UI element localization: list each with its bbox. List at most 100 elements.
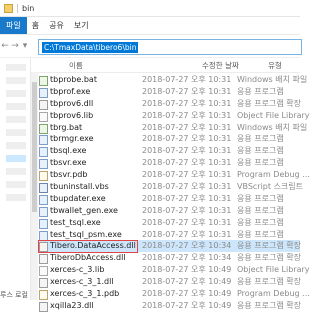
nav-item[interactable]: [6, 181, 26, 188]
file-type: Program Debug ...: [237, 289, 310, 299]
file-name: tbupdater.exe: [50, 193, 106, 203]
recent-locations-chevron-icon[interactable]: ▾: [20, 41, 30, 51]
file-date: 2018-07-27 오후 10:31: [142, 134, 232, 144]
ribbon-tabs: 파일 홈 공유 보기: [0, 17, 300, 35]
file-name: TiberoDbAccess.dll: [50, 253, 126, 263]
file-name: tbsvr.pdb: [50, 170, 88, 180]
back-arrow-icon[interactable]: ←: [0, 41, 10, 51]
file-date: 2018-07-27 오후 10:31: [142, 229, 232, 239]
file-name: tbrg.bat: [50, 122, 83, 132]
window-title: bin: [22, 3, 35, 13]
file-date: 2018-07-27 오후 10:31: [142, 158, 232, 168]
file-row[interactable]: tbsvr.exe 2018-07-27 오후 10:31 응용 프로그램: [38, 157, 300, 170]
file-date: 2018-07-27 오후 10:34: [142, 241, 232, 251]
file-type: Windows 배치 파일: [237, 75, 308, 84]
exe-file-icon: [39, 218, 48, 229]
file-name: tbprof.exe: [50, 86, 91, 96]
file-type: 응용 프로그램 확장: [237, 253, 301, 263]
file-type: 응용 프로그램: [237, 86, 284, 96]
file-name: xqilla23.dll: [50, 300, 94, 310]
file-type: 응용 프로그램 확장: [237, 241, 301, 251]
file-row[interactable]: tbupdater.exe 2018-07-27 오후 10:31 응용 프로그램: [38, 193, 300, 205]
bat-file-icon: [39, 76, 48, 86]
file-row[interactable]: tbprov6.lib 2018-07-27 오후 10:31 Object Fil…: [38, 110, 310, 122]
file-type: 응용 프로그램: [237, 146, 284, 156]
nav-item[interactable]: [6, 90, 26, 97]
file-type: 응용 프로그램: [237, 205, 284, 215]
file-row[interactable]: tbrg.bat 2018-07-27 오후 10:31 Windows 배치 파일: [38, 122, 307, 134]
file-name: tbrmgr.exe: [50, 134, 94, 144]
file-row[interactable]: tbprov6.dll 2018-07-27 오후 10:31 응용 프로그램 확장: [38, 98, 301, 110]
tab-share[interactable]: 공유: [44, 20, 69, 31]
lib-file-icon: [39, 111, 48, 122]
file-date: 2018-07-27 오후 10:34: [142, 253, 232, 263]
file-row[interactable]: test_tsql_psm.exe 2018-07-27 오후 10:31 응용 프…: [38, 229, 300, 241]
nav-drive-label[interactable]: 루스 로컬 디스크 (C:): [0, 290, 30, 300]
file-date: 2018-07-27 오후 10:49: [142, 289, 232, 299]
nav-item[interactable]: [6, 168, 26, 175]
file-name: tbwallet_gen.exe: [50, 205, 118, 215]
file-row[interactable]: tbuninstall.vbs 2018-07-27 오후 10:31 VBScri…: [38, 181, 303, 194]
dll-file-icon: [39, 254, 48, 265]
file-type: Object File Library: [237, 265, 310, 275]
file-type: 응용 프로그램: [237, 158, 284, 168]
file-row[interactable]: tbprobe.bat 2018-07-27 오후 10:31 Windows 배치…: [38, 74, 307, 86]
file-row[interactable]: test_tsql.exe 2018-07-27 오후 10:31 응용 프로그램: [38, 217, 300, 229]
nav-item[interactable]: [6, 103, 26, 110]
file-type: 응용 프로그램: [237, 134, 284, 144]
exe-file-icon: [39, 159, 48, 170]
file-row[interactable]: xqilla23.dll 2018-07-27 오후 10:49 응용 프로그램 확…: [38, 300, 301, 312]
file-date: 2018-07-27 오후 10:49: [142, 300, 232, 310]
file-row[interactable]: Tibero.DataAccess.dll 2018-07-27 오후 10:34…: [38, 240, 301, 254]
nav-item[interactable]: [6, 116, 26, 123]
file-type: 응용 프로그램 확장: [237, 277, 301, 287]
folder-icon: [4, 3, 13, 13]
file-row[interactable]: tbwallet_gen.exe 2018-07-27 오후 10:31 응용 프로…: [38, 205, 300, 217]
forward-arrow-icon[interactable]: →: [10, 41, 20, 51]
nav-item[interactable]: [6, 142, 26, 149]
tab-file[interactable]: 파일: [0, 17, 27, 34]
file-explorer-window: bin 파일 홈 공유 보기 ← → ▾ C:\TmaxData\tibero6…: [0, 0, 310, 312]
tab-view[interactable]: 보기: [69, 20, 94, 31]
column-header-name[interactable]: 이름: [69, 60, 83, 71]
vbs-file-icon: [39, 183, 48, 194]
nav-item[interactable]: [6, 77, 26, 84]
file-row[interactable]: tbrmgr.exe 2018-07-27 오후 10:31 응용 프로그램: [38, 133, 300, 146]
file-row[interactable]: TiberoDbAccess.dll 2018-07-27 오후 10:34 응용 …: [38, 252, 301, 265]
exe-file-icon: [39, 206, 48, 217]
file-row[interactable]: tbsvr.pdb 2018-07-27 오후 10:31 Program Debu…: [38, 169, 310, 182]
exe-file-icon: [39, 147, 48, 158]
scrollbar-thumb[interactable]: [32, 82, 37, 212]
navigation-pane: 루스 로컬 디스크 (C:): [0, 58, 31, 300]
file-name: tbprov6.lib: [50, 110, 94, 120]
file-name: xerces-c_3.lib: [50, 265, 105, 275]
file-row[interactable]: xerces-c_3_1.pdb 2018-07-27 오후 10:49 Progr…: [38, 288, 310, 301]
file-list: tbprobe.bat 2018-07-27 오후 10:31 Windows 배치…: [38, 74, 310, 312]
file-date: 2018-07-27 오후 10:31: [142, 170, 232, 180]
nav-item[interactable]: [6, 194, 26, 201]
address-input[interactable]: C:\TmaxData\tibero6\bin: [38, 39, 302, 55]
file-date: 2018-07-27 오후 10:31: [142, 182, 232, 192]
column-header-date[interactable]: 수정한 날짜: [202, 60, 239, 71]
file-name: tbuninstall.vbs: [50, 182, 109, 192]
file-type: Object File Library: [237, 110, 310, 120]
nav-item[interactable]: [6, 64, 26, 71]
file-name: xerces-c_3_1.dll: [50, 277, 114, 287]
exe-file-icon: [39, 135, 48, 146]
file-row[interactable]: xerces-c_3_1.dll 2018-07-27 오후 10:49 응용 프로…: [38, 276, 301, 289]
file-row[interactable]: tbprof.exe 2018-07-27 오후 10:31 응용 프로그램: [38, 86, 300, 98]
file-row[interactable]: xerces-c_3.lib 2018-07-27 오후 10:49 Object …: [38, 264, 310, 277]
title-bar: bin: [0, 0, 300, 17]
pdb-file-icon: [39, 171, 48, 182]
nav-item[interactable]: [6, 129, 26, 136]
title-separator: [17, 3, 18, 13]
file-row[interactable]: tbsql.exe 2018-07-27 오후 10:31 응용 프로그램: [38, 145, 300, 158]
column-header-type[interactable]: 유형: [268, 60, 282, 71]
vertical-scrollbar[interactable]: [31, 72, 38, 300]
file-date: 2018-07-27 오후 10:31: [142, 86, 232, 96]
file-type: 응용 프로그램: [237, 217, 284, 227]
file-date: 2018-07-27 오후 10:49: [142, 277, 232, 287]
tab-home[interactable]: 홈: [27, 20, 44, 31]
file-date: 2018-07-27 오후 10:31: [142, 98, 232, 108]
nav-item-selected[interactable]: [6, 155, 26, 162]
